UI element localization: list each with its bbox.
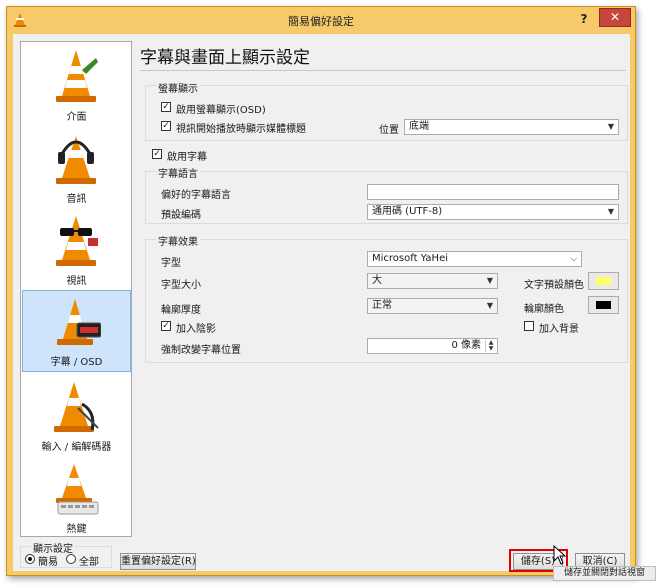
show-title-checkbox[interactable]: ✓ — [161, 121, 171, 131]
chevron-down-icon: ▼ — [607, 207, 614, 216]
default-encoding-value: 通用碼 (UTF-8) — [372, 206, 443, 217]
outline-color-swatch — [596, 301, 611, 309]
title-divider — [140, 70, 626, 71]
vlc-cone-cables-icon — [54, 382, 99, 432]
vlc-cone-keyboard-icon — [56, 464, 99, 515]
outline-thickness-select[interactable]: 正常 ▼ — [367, 298, 498, 314]
sidebar-item-label: 視訊 — [66, 276, 87, 287]
sidebar-item-label: 字幕 / OSD — [50, 357, 103, 368]
preferred-language-label: 偏好的字幕語言 — [161, 190, 231, 201]
font-label: 字型 — [161, 258, 181, 269]
all-radio[interactable] — [66, 554, 76, 564]
force-position-spinbox[interactable]: 0 像素 ▲ ▼ — [367, 338, 498, 354]
font-size-select[interactable]: 大 ▼ — [367, 273, 498, 289]
chevron-down-icon: ▼ — [486, 276, 493, 285]
category-sidebar: 介面 音訊 視訊 字幕 / OSD 輸入 / 編解碼器 熱鍵 — [20, 41, 132, 537]
sidebar-item-subtitles-osd[interactable]: 字幕 / OSD — [22, 290, 131, 372]
mouse-pointer-icon — [553, 545, 567, 565]
default-encoding-label: 預設編碼 — [161, 210, 201, 221]
enable-osd-checkbox[interactable]: ✓ — [161, 102, 171, 112]
outline-color-button[interactable] — [588, 296, 619, 314]
force-position-value: 0 像素 — [451, 340, 481, 351]
sidebar-item-input-codecs[interactable]: 輸入 / 編解碼器 — [22, 374, 131, 456]
sidebar-item-label: 熱鍵 — [66, 524, 87, 535]
position-select-value: 底端 — [409, 121, 429, 132]
shadow-checkbox[interactable]: ✓ — [161, 321, 171, 331]
enable-osd-label: 啟用螢幕顯示(OSD) — [176, 105, 266, 116]
sidebar-item-audio[interactable]: 音訊 — [22, 126, 131, 208]
preferred-language-input[interactable] — [367, 184, 619, 200]
outline-thickness-value: 正常 — [372, 300, 392, 311]
window-title: 簡易偏好設定 — [288, 15, 354, 28]
force-position-label: 強制改變字幕位置 — [161, 345, 241, 356]
osd-group-legend: 螢幕顯示 — [156, 80, 200, 95]
all-radio-label: 全部 — [79, 557, 99, 568]
background-checkbox[interactable] — [524, 321, 534, 331]
chevron-down-icon: ▼ — [607, 122, 614, 131]
sidebar-item-interface[interactable]: 介面 — [22, 44, 131, 126]
position-label: 位置 — [379, 125, 399, 136]
text-color-button[interactable] — [588, 272, 619, 290]
subtitle-language-legend: 字幕語言 — [156, 165, 200, 180]
font-size-label: 字型大小 — [161, 280, 201, 291]
vlc-cone-subtitle-icon — [57, 299, 101, 345]
vlc-cone-interface-icon — [56, 50, 98, 102]
text-color-swatch — [596, 277, 611, 285]
close-button[interactable]: ✕ — [599, 8, 631, 27]
preferences-window: 簡易偏好設定 ? ✕ 介面 音訊 視訊 字幕 / OSD 輸入 / 編解碼器 熱… — [6, 6, 636, 576]
sidebar-item-video[interactable]: 視訊 — [22, 208, 131, 290]
sidebar-item-label: 介面 — [66, 112, 87, 123]
panel-title: 字幕與畫面上顯示設定 — [140, 48, 310, 68]
background-label: 加入背景 — [539, 324, 579, 335]
simple-radio[interactable] — [25, 554, 35, 564]
sidebar-item-label: 輸入 / 編解碼器 — [41, 442, 112, 453]
font-select-value: Microsoft YaHei — [372, 253, 448, 264]
vlc-cone-headphones-icon — [56, 136, 96, 184]
sidebar-item-hotkeys[interactable]: 熱鍵 — [22, 456, 131, 538]
shadow-label: 加入陰影 — [176, 324, 216, 335]
chevron-down-icon: ▼ — [486, 301, 493, 310]
chevron-down-icon: ⌵ — [570, 254, 577, 263]
simple-radio-label: 簡易 — [38, 557, 58, 568]
default-encoding-select[interactable]: 通用碼 (UTF-8) ▼ — [367, 204, 619, 220]
save-tooltip-caption: 儲存並關閉對話視窗 — [553, 566, 656, 581]
title-bar[interactable]: 簡易偏好設定 ? ✕ — [7, 7, 635, 33]
font-select[interactable]: Microsoft YaHei ⌵ — [367, 251, 582, 267]
outline-thickness-label: 輪廓厚度 — [161, 305, 201, 316]
subtitle-effects-legend: 字幕效果 — [156, 233, 200, 248]
font-size-value: 大 — [372, 275, 382, 286]
dialog-body: 介面 音訊 視訊 字幕 / OSD 輸入 / 編解碼器 熱鍵 字幕與畫面上顯示設… — [13, 34, 630, 572]
sidebar-item-label: 音訊 — [66, 194, 87, 205]
show-title-label: 視訊開始播放時顯示媒體標題 — [176, 124, 306, 135]
enable-subtitles-label: 啟用字幕 — [167, 152, 207, 163]
enable-subtitles-checkbox[interactable]: ✓ — [152, 149, 162, 159]
text-color-label: 文字預設顏色 — [524, 280, 584, 291]
help-button[interactable]: ? — [571, 9, 597, 29]
vlc-cone-glasses-icon — [56, 216, 98, 266]
position-select[interactable]: 底端 ▼ — [404, 119, 619, 135]
outline-color-label: 輪廓顏色 — [524, 304, 564, 315]
spin-arrows-icon[interactable]: ▲ ▼ — [485, 340, 496, 352]
reset-preferences-button[interactable]: 重置偏好設定(R) — [120, 553, 196, 570]
